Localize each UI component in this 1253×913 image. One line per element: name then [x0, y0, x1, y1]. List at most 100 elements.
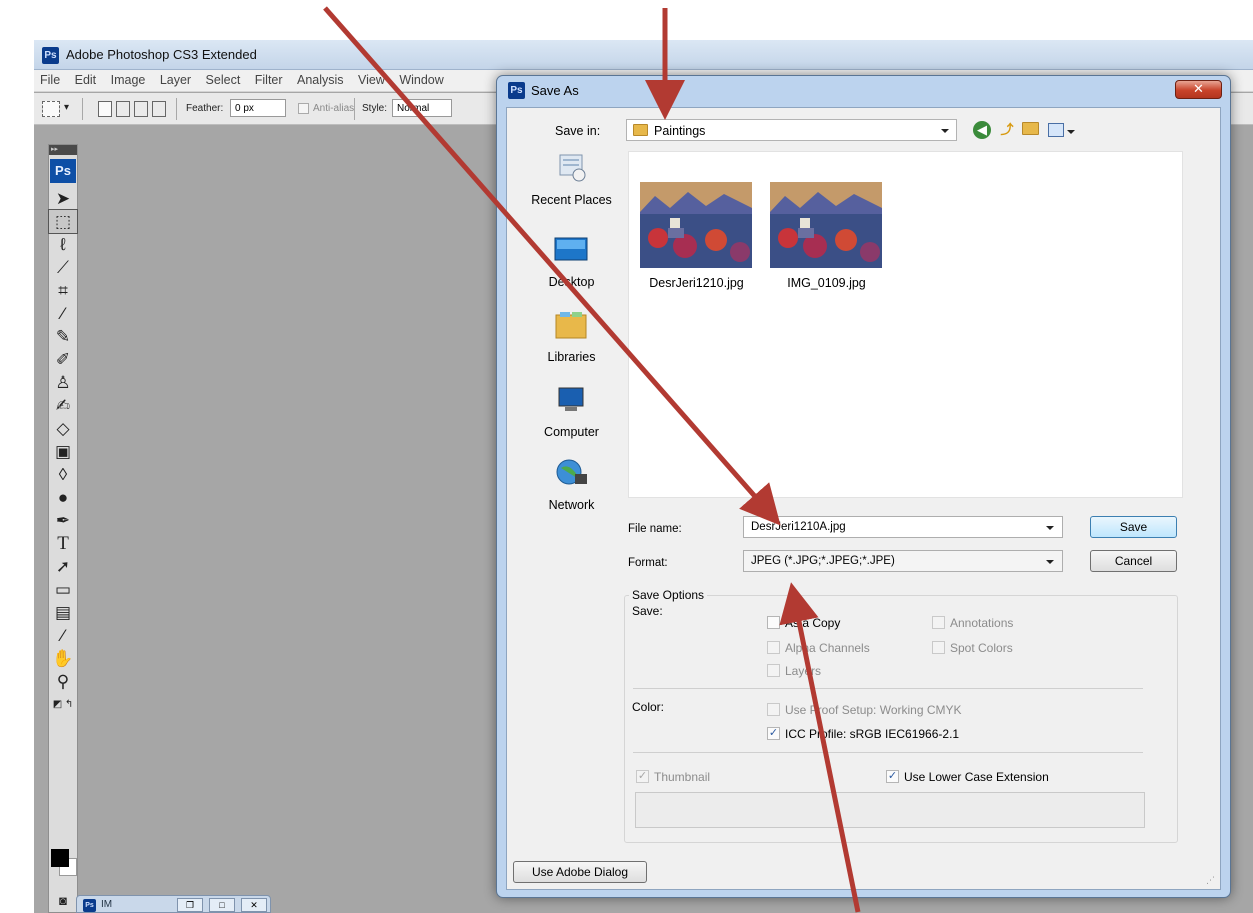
menu-window[interactable]: Window [399, 70, 443, 87]
tools-panel: ▸▸ Ps ➤ ⬚ ℓ ⟋ ⌗ ⁄ ✎ ✐ ♙ ✍ ◇ ▣ ◊ ● ✒ T ➚ … [48, 144, 78, 913]
place-network[interactable]: Network [515, 458, 628, 518]
menu-file[interactable]: File [40, 70, 60, 87]
chevron-down-icon[interactable] [1046, 526, 1054, 530]
place-libraries[interactable]: Libraries [515, 310, 628, 370]
up-one-level-icon[interactable]: ⤴ [998, 121, 1016, 139]
close-button[interactable]: ✕ [1175, 80, 1222, 99]
close-document-icon[interactable]: ✕ [241, 898, 267, 912]
menu-analysis[interactable]: Analysis [297, 70, 344, 87]
as-a-copy-checkbox[interactable] [767, 616, 780, 629]
minimized-document[interactable]: Ps IM ❐ □ ✕ [76, 895, 271, 913]
path-selection-tool-icon[interactable]: ➚ [49, 555, 77, 578]
dialog-titlebar[interactable]: Ps Save As ✕ [497, 76, 1230, 107]
type-tool-icon[interactable]: T [49, 532, 77, 555]
dialog-title: Save As [531, 83, 579, 98]
style-select[interactable]: Normal [392, 99, 452, 117]
view-menu-icon[interactable] [1048, 123, 1064, 137]
style-label: Style: [362, 103, 388, 114]
new-folder-icon[interactable] [1022, 122, 1039, 135]
notes-tool-icon[interactable]: ▤ [49, 601, 77, 624]
place-recent-places[interactable]: Recent Places [515, 153, 628, 213]
file-list: DesrJeri1210.jpg IMG_0109.jpg [628, 151, 1183, 498]
thumbnail-checkbox[interactable]: ✓ [636, 770, 649, 783]
use-lower-case-extension-label: Use Lower Case Extension [904, 770, 1049, 784]
place-desktop[interactable]: Desktop [515, 235, 628, 295]
eraser-tool-icon[interactable]: ◇ [49, 417, 77, 440]
hand-tool-icon[interactable]: ✋ [49, 647, 77, 670]
file-name-value: DesrJeri1210A.jpg [751, 521, 846, 533]
blur-tool-icon[interactable]: ◊ [49, 463, 77, 486]
healing-brush-tool-icon[interactable]: ✎ [49, 325, 77, 348]
add-to-selection-icon[interactable] [116, 101, 130, 117]
alpha-channels-checkbox[interactable] [767, 641, 780, 654]
window-title: Adobe Photoshop CS3 Extended [66, 47, 257, 62]
eyedropper-tool-icon[interactable]: ⁄ [49, 624, 77, 647]
save-button[interactable]: Save [1090, 516, 1177, 538]
file-item[interactable]: DesrJeri1210.jpg [629, 182, 752, 292]
icc-profile-checkbox[interactable]: ✓ [767, 727, 780, 740]
use-proof-setup-checkbox[interactable] [767, 703, 780, 716]
file-name-label: IMG_0109.jpg [787, 276, 866, 290]
menu-filter[interactable]: Filter [255, 70, 283, 87]
back-icon[interactable]: ◀ [973, 121, 991, 139]
cancel-button[interactable]: Cancel [1090, 550, 1177, 572]
resize-grip-icon[interactable]: ⋰ [1206, 875, 1216, 885]
icc-profile-label: ICC Profile: sRGB IEC61966-2.1 [785, 727, 960, 741]
rectangle-tool-icon[interactable]: ▭ [49, 578, 77, 601]
crop-tool-icon[interactable]: ⌗ [49, 279, 77, 302]
document-name: IM [101, 899, 113, 910]
as-a-copy-label: As a Copy [785, 616, 841, 630]
feather-input[interactable]: 0 px [230, 99, 286, 117]
use-adobe-dialog-button[interactable]: Use Adobe Dialog [513, 861, 647, 883]
new-selection-icon[interactable] [98, 101, 112, 117]
file-name-input[interactable]: DesrJeri1210A.jpg [743, 516, 1063, 538]
save-options-title: Save Options [629, 588, 708, 602]
marquee-preset-icon[interactable] [42, 101, 60, 117]
rectangular-marquee-tool-icon[interactable]: ⬚ [48, 209, 78, 234]
image-thumbnail-icon [640, 182, 752, 268]
preset-dropdown-arrow-icon[interactable]: ▾ [64, 102, 69, 113]
zoom-tool-icon[interactable]: ⚲ [49, 670, 77, 693]
swap-colors-icon[interactable]: ◩ ↰ [49, 693, 77, 716]
view-menu-arrow-icon[interactable] [1067, 130, 1075, 134]
pen-tool-icon[interactable]: ✒ [49, 509, 77, 532]
clone-stamp-tool-icon[interactable]: ♙ [49, 371, 77, 394]
annotations-checkbox[interactable] [932, 616, 945, 629]
layers-checkbox[interactable] [767, 664, 780, 677]
foreground-color-swatch[interactable] [51, 849, 69, 867]
file-item[interactable]: IMG_0109.jpg [759, 182, 882, 292]
anti-alias-checkbox[interactable] [298, 103, 309, 114]
subtract-from-selection-icon[interactable] [134, 101, 148, 117]
menu-view[interactable]: View [358, 70, 385, 87]
spot-colors-checkbox[interactable] [932, 641, 945, 654]
maximize-icon[interactable]: □ [209, 898, 235, 912]
layers-label: Layers [785, 664, 822, 678]
dialog-body: Save in: Paintings ◀ ⤴ Recent Places Des… [506, 107, 1221, 890]
save-in-dropdown[interactable]: Paintings [626, 119, 957, 141]
menu-layer[interactable]: Layer [160, 70, 191, 87]
options-divider [82, 98, 83, 120]
lasso-tool-icon[interactable]: ℓ [49, 233, 77, 256]
gradient-tool-icon[interactable]: ▣ [49, 440, 77, 463]
quick-selection-tool-icon[interactable]: ⟋ [49, 256, 77, 279]
tools-panel-collapse-icon[interactable]: ▸▸ [49, 145, 77, 155]
intersect-selection-icon[interactable] [152, 101, 166, 117]
save-in-label: Save in: [555, 124, 601, 138]
quick-mask-icon[interactable]: ◙ [49, 889, 77, 912]
brush-tool-icon[interactable]: ✐ [49, 348, 77, 371]
place-computer[interactable]: Computer [515, 385, 628, 445]
dodge-tool-icon[interactable]: ● [49, 486, 77, 509]
history-brush-tool-icon[interactable]: ✍ [49, 394, 77, 417]
menu-image[interactable]: Image [111, 70, 146, 87]
menu-edit[interactable]: Edit [75, 70, 97, 87]
anti-alias-label: Anti-alias [313, 103, 355, 114]
slice-tool-icon[interactable]: ⁄ [49, 302, 77, 325]
menu-select[interactable]: Select [206, 70, 241, 87]
folder-icon [633, 124, 648, 136]
restore-icon[interactable]: ❐ [177, 898, 203, 912]
use-lower-case-extension-checkbox[interactable]: ✓ [886, 770, 899, 783]
document-app-icon: Ps [83, 899, 96, 912]
format-select[interactable]: JPEG (*.JPG;*.JPEG;*.JPE) [743, 550, 1063, 572]
chevron-down-icon[interactable] [1046, 560, 1054, 564]
move-tool-icon[interactable]: ➤ [49, 187, 77, 210]
